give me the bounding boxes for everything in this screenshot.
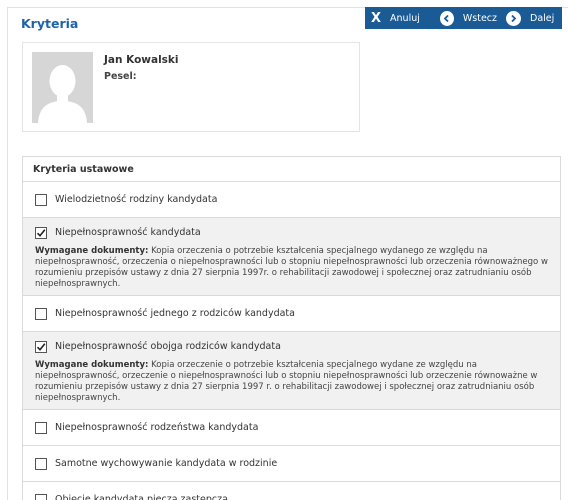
user-silhouette-icon xyxy=(32,52,93,123)
candidate-profile-card: Jan Kowalski Pesel: xyxy=(22,42,360,132)
criterion-row: Objęcie kandydata pieczą zastępczą xyxy=(23,482,560,500)
pesel-label: Pesel: xyxy=(104,71,137,82)
criterion-checkbox[interactable] xyxy=(35,226,47,239)
criterion-row: Niepełnosprawność jednego z rodziców kan… xyxy=(23,296,560,332)
required-documents: Wymagane dokumenty: Kopia orzeczenia o p… xyxy=(35,246,560,295)
required-documents: Wymagane dokumenty: Kopia orzeczenie o p… xyxy=(35,360,560,409)
cancel-button[interactable]: X Anuluj xyxy=(365,7,430,29)
checkmark-icon xyxy=(36,228,46,237)
criterion-label[interactable]: Objęcie kandydata pieczą zastępczą xyxy=(55,494,228,500)
criterion-line: Samotne wychowywanie kandydata w rodzini… xyxy=(35,446,560,481)
criteria-list: Wielodzietność rodziny kandydata Niepełno… xyxy=(23,182,560,500)
criterion-line: Wielodzietność rodziny kandydata xyxy=(35,182,560,217)
required-documents-label: Wymagane dokumenty: xyxy=(35,360,149,370)
criterion-checkbox[interactable] xyxy=(35,421,47,434)
page-title: Kryteria xyxy=(21,16,79,31)
criterion-checkbox[interactable] xyxy=(35,493,47,500)
cancel-button-label: Anuluj xyxy=(390,12,420,24)
checkmark-icon xyxy=(36,342,46,351)
circle-arrow-left-icon xyxy=(440,10,454,26)
action-toolbar: X Anuluj Wstecz Dalej xyxy=(365,7,562,29)
candidate-name: Jan Kowalski xyxy=(104,54,179,66)
criterion-label[interactable]: Niepełnosprawność obojga rodziców kandyd… xyxy=(55,341,281,352)
close-icon: X xyxy=(371,10,382,26)
criterion-label[interactable]: Niepełnosprawność jednego z rodziców kan… xyxy=(55,308,295,319)
criterion-label[interactable]: Samotne wychowywanie kandydata w rodzini… xyxy=(55,458,277,469)
circle-arrow-right-icon xyxy=(506,10,521,26)
criterion-checkbox[interactable] xyxy=(35,307,47,320)
required-documents-label: Wymagane dokumenty: xyxy=(35,246,149,256)
back-button[interactable]: Wstecz xyxy=(430,7,497,29)
criterion-row: Samotne wychowywanie kandydata w rodzini… xyxy=(23,446,560,482)
criterion-label[interactable]: Niepełnosprawność kandydata xyxy=(55,227,201,238)
next-button[interactable]: Dalej xyxy=(497,7,562,29)
criterion-line: Niepełnosprawność rodzeństwa kandydata xyxy=(35,410,560,445)
criterion-row: Niepełnosprawność rodzeństwa kandydata xyxy=(23,410,560,446)
back-button-label: Wstecz xyxy=(462,12,497,24)
criterion-line: Niepełnosprawność kandydata xyxy=(35,218,560,247)
next-button-label: Dalej xyxy=(530,12,555,24)
criterion-label[interactable]: Wielodzietność rodziny kandydata xyxy=(55,194,217,205)
avatar xyxy=(32,52,93,123)
criterion-checkbox[interactable] xyxy=(35,340,47,353)
criterion-label[interactable]: Niepełnosprawność rodzeństwa kandydata xyxy=(55,422,258,433)
criterion-row: Niepełnosprawność kandydata Wymagane doku… xyxy=(23,218,560,296)
criterion-row: Wielodzietność rodziny kandydata xyxy=(23,182,560,218)
criterion-checkbox[interactable] xyxy=(35,193,47,206)
criteria-panel: Kryteria ustawowe Wielodzietność rodziny… xyxy=(22,156,561,500)
criterion-row: Niepełnosprawność obojga rodziców kandyd… xyxy=(23,332,560,410)
criterion-checkbox[interactable] xyxy=(35,457,47,470)
criterion-line: Niepełnosprawność jednego z rodziców kan… xyxy=(35,296,560,331)
criterion-line: Niepełnosprawność obojga rodziców kandyd… xyxy=(35,332,560,361)
criterion-line: Objęcie kandydata pieczą zastępczą xyxy=(35,482,560,500)
criteria-header: Kryteria ustawowe xyxy=(23,157,560,182)
